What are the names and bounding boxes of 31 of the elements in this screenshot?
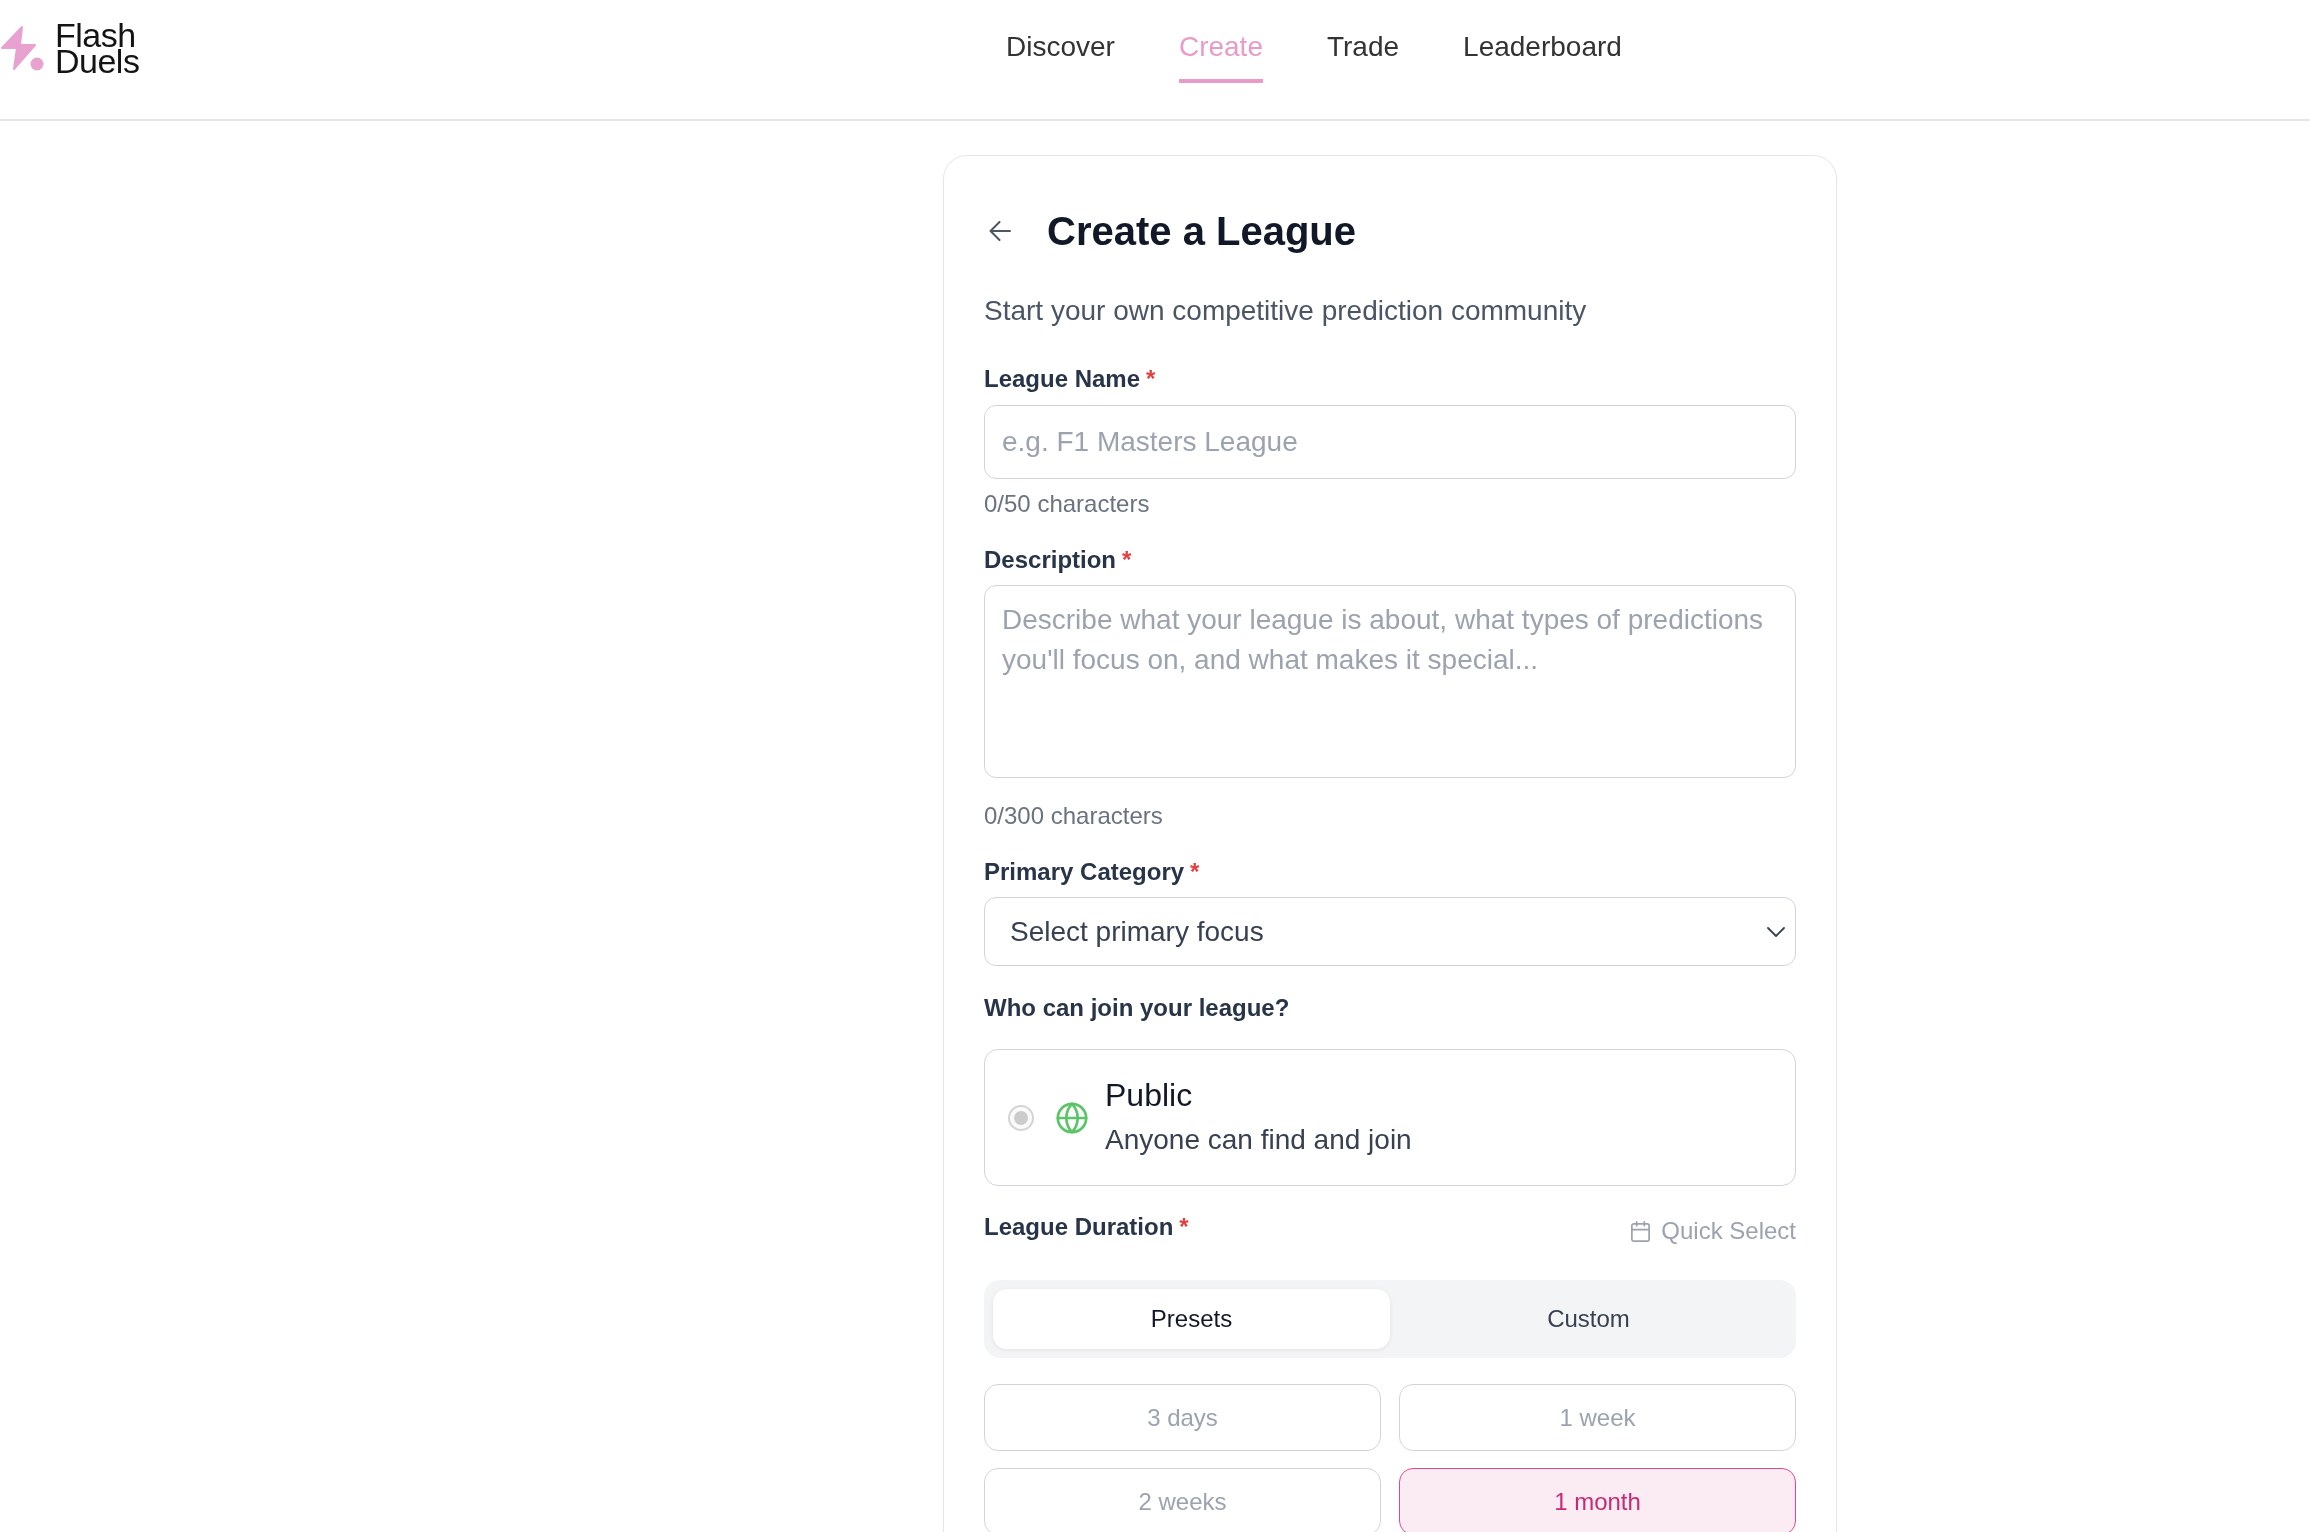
- logo-wordmark: Flash Duels: [55, 22, 140, 74]
- duration-mode-tab[interactable]: Custom: [1390, 1289, 1787, 1349]
- back-button[interactable]: [989, 221, 1011, 241]
- logo-bolt-icon: [0, 25, 44, 71]
- nav-tab[interactable]: Discover: [1006, 30, 1115, 83]
- league-name-input[interactable]: e.g. F1 Masters League: [984, 405, 1796, 479]
- description-input[interactable]: Describe what your league is about, what types of predictions you'll focus on, and what makes it special...: [984, 585, 1796, 778]
- duration-mode-tab[interactable]: Presets: [993, 1289, 1390, 1349]
- field-label: League Name: [984, 364, 1141, 394]
- field-label: Description: [984, 545, 1117, 575]
- field-label: League Duration: [984, 1212, 1174, 1242]
- duration-option[interactable]: 1 month: [1399, 1468, 1796, 1532]
- arrow-left-icon: [989, 221, 1011, 241]
- category-select[interactable]: Select primary focus: [984, 897, 1796, 966]
- option-title: Public: [1105, 1076, 1194, 1115]
- page-title: Create a League: [1047, 208, 1357, 255]
- required-mark: *: [1122, 545, 1132, 575]
- character-counter: 0/300 characters: [984, 801, 1164, 831]
- field-label: Who can join your league?: [984, 993, 1291, 1023]
- character-counter: 0/50 characters: [984, 489, 1151, 519]
- required-mark: *: [1146, 364, 1156, 394]
- nav-tab[interactable]: Trade: [1326, 30, 1400, 83]
- option-description: Anyone can find and join: [1105, 1123, 1412, 1157]
- globe-icon: [1055, 1100, 1089, 1135]
- field-label: Primary Category: [984, 857, 1185, 887]
- chevron-down-icon: [1767, 926, 1785, 937]
- nav-tab[interactable]: Leaderboard: [1463, 30, 1622, 83]
- calendar-icon: [1629, 1219, 1653, 1243]
- required-mark: *: [1190, 857, 1200, 887]
- required-mark: *: [1179, 1212, 1189, 1242]
- page-subtitle: Start your own competitive prediction community: [984, 294, 1588, 328]
